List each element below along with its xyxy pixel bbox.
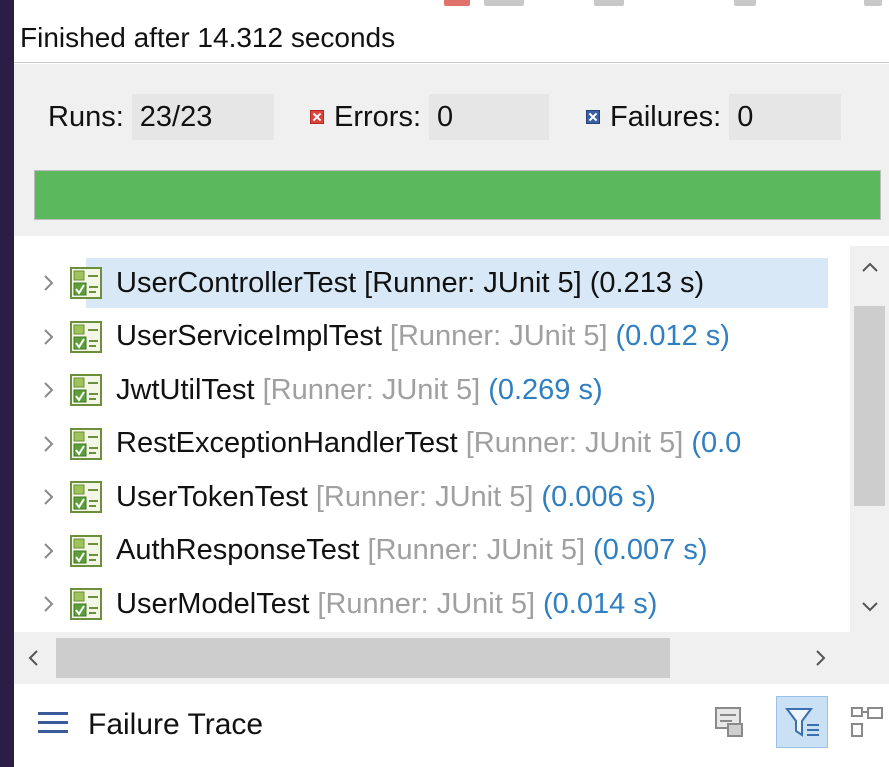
failure-trace-bar: Failure Trace bbox=[14, 688, 889, 767]
test-runner-label: [Runner: JUnit 5] bbox=[389, 320, 608, 352]
test-suite-row[interactable]: UserTokenTest [Runner: JUnit 5] (0.006 s) bbox=[14, 472, 850, 522]
test-suite-name: RestExceptionHandlerTest bbox=[116, 427, 458, 459]
test-duration: (0.014 s) bbox=[543, 587, 658, 620]
expand-chevron-icon[interactable] bbox=[38, 378, 60, 402]
junit-view: Finished after 14.312 seconds Runs: 23/2… bbox=[14, 0, 889, 767]
test-runner-label: [Runner: JUnit 5] bbox=[317, 587, 536, 620]
test-suite-icon bbox=[68, 265, 104, 301]
toolbar-remnant bbox=[14, 0, 889, 10]
runs-value: 23/23 bbox=[131, 94, 274, 140]
vertical-scrollbar[interactable] bbox=[850, 246, 889, 632]
expand-chevron-icon[interactable] bbox=[38, 485, 60, 509]
test-suite-name: UserTokenTest bbox=[116, 480, 308, 513]
failures-label: Failures: bbox=[610, 100, 722, 133]
list-icon bbox=[38, 712, 68, 733]
expand-chevron-icon[interactable] bbox=[38, 271, 60, 295]
test-suite-name: JwtUtilTest bbox=[116, 373, 255, 406]
progress-bar bbox=[34, 170, 881, 220]
test-suite-icon bbox=[68, 586, 104, 622]
test-suite-name: UserControllerTest bbox=[116, 266, 357, 299]
test-duration: (0.213 s) bbox=[589, 266, 705, 299]
errors-value: 0 bbox=[429, 94, 549, 140]
test-suite-icon bbox=[68, 319, 104, 355]
test-runner-label: [Runner: JUnit 5] bbox=[364, 266, 582, 299]
expand-chevron-icon[interactable] bbox=[38, 432, 60, 456]
test-suite-row[interactable]: UserControllerTest [Runner: JUnit 5] (0.21… bbox=[14, 258, 850, 308]
test-duration: (0.012 s) bbox=[615, 320, 730, 352]
failure-icon bbox=[586, 110, 600, 124]
copy-trace-button[interactable] bbox=[840, 696, 889, 748]
copy-trace-icon bbox=[851, 707, 883, 737]
progress-fill bbox=[35, 171, 880, 219]
runs-counter: Runs: 23/23 bbox=[48, 94, 274, 140]
filter-stack-trace-icon bbox=[785, 708, 819, 737]
test-runner-label: [Runner: JUnit 5] bbox=[315, 480, 534, 513]
expand-chevron-icon[interactable] bbox=[38, 325, 60, 349]
test-suite-row[interactable]: AuthResponseTest [Runner: JUnit 5] (0.007 … bbox=[14, 526, 850, 576]
expand-chevron-icon[interactable] bbox=[38, 539, 60, 563]
test-suite-row[interactable]: UserModelTest [Runner: JUnit 5] (0.014 s) bbox=[14, 579, 850, 629]
vertical-scroll-thumb[interactable] bbox=[854, 306, 885, 506]
test-duration: (0.007 s) bbox=[593, 534, 708, 566]
horizontal-scrollbar[interactable] bbox=[14, 632, 889, 684]
test-suite-name: AuthResponseTest bbox=[116, 534, 360, 566]
scroll-down-icon[interactable] bbox=[860, 600, 880, 614]
failure-trace-label: Failure Trace bbox=[88, 708, 264, 741]
errors-counter: Errors: 0 bbox=[310, 94, 549, 140]
errors-label: Errors: bbox=[334, 100, 421, 133]
test-suite-icon bbox=[68, 533, 104, 569]
expand-chevron-icon[interactable] bbox=[38, 592, 60, 616]
test-duration: (0.006 s) bbox=[541, 480, 656, 513]
scroll-up-icon[interactable] bbox=[860, 260, 880, 274]
test-duration: (0.0 bbox=[691, 427, 742, 459]
test-suite-row[interactable]: UserServiceImplTest [Runner: JUnit 5] (0.0… bbox=[14, 312, 850, 362]
test-suite-icon bbox=[68, 426, 104, 462]
test-runner-label: [Runner: JUnit 5] bbox=[465, 427, 684, 459]
test-suite-name: UserModelTest bbox=[116, 587, 310, 620]
test-runner-label: [Runner: JUnit 5] bbox=[367, 534, 586, 566]
test-tree[interactable]: UserControllerTest [Runner: JUnit 5] (0.21… bbox=[14, 246, 850, 632]
test-suite-name: UserServiceImplTest bbox=[116, 320, 382, 352]
counter-panel: Runs: 23/23 Errors: 0 Failures: 0 bbox=[14, 64, 889, 236]
runs-label: Runs: bbox=[48, 100, 124, 133]
horizontal-scroll-thumb[interactable] bbox=[56, 638, 670, 678]
compare-results-button[interactable] bbox=[704, 696, 756, 748]
status-text: Finished after 14.312 seconds bbox=[20, 22, 396, 53]
scroll-left-icon[interactable] bbox=[26, 648, 40, 668]
test-runner-label: [Runner: JUnit 5] bbox=[262, 373, 481, 406]
test-suite-row[interactable]: RestExceptionHandlerTest [Runner: JUnit 5… bbox=[14, 419, 850, 469]
error-icon bbox=[310, 110, 324, 124]
divider bbox=[14, 62, 889, 63]
filter-stack-trace-button[interactable] bbox=[776, 696, 828, 748]
failures-counter: Failures: 0 bbox=[586, 94, 842, 140]
scroll-right-icon[interactable] bbox=[814, 648, 828, 668]
test-suite-icon bbox=[68, 372, 104, 408]
test-suite-icon bbox=[68, 479, 104, 515]
failures-value: 0 bbox=[729, 94, 842, 140]
test-duration: (0.269 s) bbox=[488, 373, 603, 406]
compare-results-icon bbox=[715, 707, 743, 737]
test-suite-row[interactable]: JwtUtilTest [Runner: JUnit 5] (0.269 s) bbox=[14, 365, 850, 415]
